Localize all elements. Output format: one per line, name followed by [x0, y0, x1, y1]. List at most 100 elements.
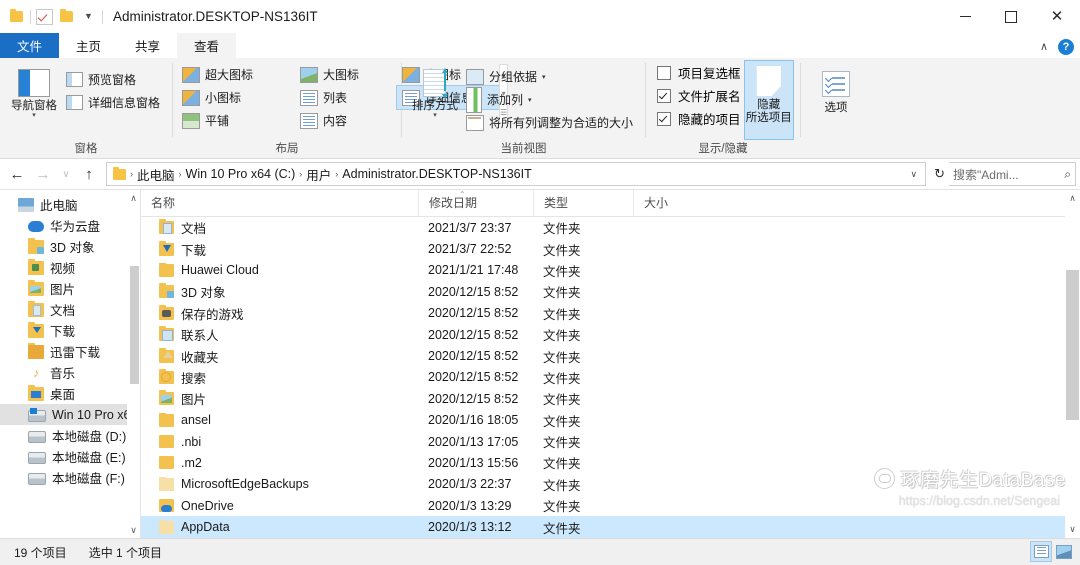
view-small-icons[interactable]: 小图标 — [177, 86, 295, 109]
group-by-label: 分组依据 — [488, 70, 537, 84]
table-row[interactable]: 下载 2021/3/7 22:52 文件夹 — [141, 238, 1080, 259]
sidebar-item-this-pc[interactable]: 此电脑 — [0, 194, 140, 215]
breadcrumb-item-this-pc[interactable]: 此电脑 — [134, 165, 178, 184]
sidebar-scrollbar[interactable]: ∧ ∨ — [127, 190, 140, 538]
minimize-button[interactable] — [942, 0, 988, 33]
chevron-down-icon[interactable]: ▼ — [80, 8, 97, 25]
table-row[interactable]: AppData 2020/1/3 13:12 文件夹 — [141, 516, 1080, 538]
recent-locations-button[interactable]: ∨ — [56, 161, 76, 187]
sidebar-item-win10-drive[interactable]: Win 10 Pro x6 — [0, 404, 140, 425]
table-row[interactable]: MicrosoftEdgeBackups 2020/1/3 22:37 文件夹 — [141, 474, 1080, 495]
options-button[interactable]: 选项 — [808, 63, 864, 115]
column-header-date[interactable]: 修改日期 — [418, 190, 533, 216]
tab-file[interactable]: 文件 — [0, 33, 60, 58]
table-row[interactable]: 3D 对象 2020/12/15 8:52 文件夹 — [141, 281, 1080, 302]
breadcrumb-item-drive[interactable]: Win 10 Pro x64 (C:) — [183, 167, 299, 181]
scrollbar-thumb[interactable] — [130, 266, 139, 384]
new-folder-icon[interactable] — [58, 8, 75, 25]
preview-pane-button[interactable]: 预览窗格 — [61, 68, 165, 91]
hidden-items-option[interactable]: 隐藏的项目 — [653, 107, 745, 130]
sidebar-item-documents[interactable]: 文档 — [0, 299, 140, 320]
chevron-down-icon[interactable]: ∨ — [907, 169, 922, 180]
file-extensions-option[interactable]: 文件扩展名 — [653, 84, 745, 107]
group-by-button[interactable]: 分组依据 ▾ — [461, 65, 638, 88]
large-icons-view-icon[interactable] — [1054, 542, 1074, 561]
table-row[interactable]: 收藏夹 2020/12/15 8:52 文件夹 — [141, 345, 1080, 366]
table-row[interactable]: 图片 2020/12/15 8:52 文件夹 — [141, 388, 1080, 409]
search-input[interactable]: 搜索"Admi... ⌕ — [949, 162, 1076, 186]
help-icon[interactable]: ? — [1058, 39, 1074, 55]
add-columns-label: 添加列 — [486, 93, 523, 107]
refresh-icon[interactable]: ↻ — [930, 166, 949, 182]
checkbox-file-extensions[interactable] — [657, 88, 671, 103]
navigation-pane: 此电脑 华为云盘 3D 对象 视频 图片 文档 下载 迅雷下载 ♪ 音乐 桌面 … — [0, 190, 140, 538]
breadcrumb[interactable]: › 此电脑 › Win 10 Pro x64 (C:) › 用户 › Admin… — [106, 162, 927, 186]
table-row[interactable]: ansel 2020/1/16 18:05 文件夹 — [141, 410, 1080, 431]
view-list[interactable]: 列表 — [295, 86, 397, 109]
table-row[interactable]: OneDrive 2020/1/3 13:29 文件夹 — [141, 495, 1080, 516]
column-header-type[interactable]: 类型 — [533, 190, 633, 216]
folder-icon[interactable] — [8, 8, 25, 25]
hide-selected-items-button[interactable]: 隐藏 所选项目 — [743, 60, 795, 140]
details-view-icon[interactable] — [1030, 541, 1052, 562]
tab-home[interactable]: 主页 — [59, 33, 118, 58]
breadcrumb-item-current[interactable]: Administrator.DESKTOP-NS136IT — [339, 167, 534, 181]
view-tiles[interactable]: 平铺 — [177, 109, 295, 132]
column-header-size[interactable]: 大小 — [633, 190, 743, 216]
tab-share[interactable]: 共享 — [118, 33, 177, 58]
details-pane-button[interactable]: 详细信息窗格 — [61, 91, 165, 114]
add-columns-button[interactable]: 添加列 ▾ — [461, 86, 638, 113]
column-header-name[interactable]: 名称 — [141, 190, 418, 216]
hide-selected-line2: 所选项目 — [745, 112, 792, 124]
cell-type: 文件夹 — [543, 478, 581, 493]
table-row[interactable]: .m2 2020/1/13 15:56 文件夹 — [141, 452, 1080, 473]
navigation-pane-button[interactable]: 导航窗格 ▾ — [7, 63, 61, 119]
close-button[interactable]: ✕ — [1034, 0, 1080, 33]
sidebar-item-pictures[interactable]: 图片 — [0, 278, 140, 299]
sidebar-item-drive-f[interactable]: 本地磁盘 (F:) — [0, 467, 140, 488]
table-row[interactable]: 文档 2021/3/7 23:37 文件夹 — [141, 217, 1080, 238]
sidebar-item-music[interactable]: ♪ 音乐 — [0, 362, 140, 383]
scrollbar-thumb[interactable] — [1066, 270, 1079, 420]
view-large-icons[interactable]: 大图标 — [295, 63, 397, 86]
scroll-down-icon[interactable]: ∨ — [1065, 521, 1080, 538]
tab-view[interactable]: 查看 — [177, 33, 237, 58]
cell-name: 文档 — [141, 218, 418, 237]
size-all-columns-button[interactable]: 将所有列调整为合适的大小 — [461, 111, 638, 134]
cell-name: OneDrive — [141, 498, 418, 513]
sidebar-item-drive-e[interactable]: 本地磁盘 (E:) — [0, 446, 140, 467]
chevron-up-icon[interactable]: ∧ — [1040, 41, 1048, 53]
item-checkboxes-option[interactable]: 项目复选框 — [653, 61, 745, 84]
sidebar-item-thunder-download[interactable]: 迅雷下载 — [0, 341, 140, 362]
table-row[interactable]: 搜索 2020/12/15 8:52 文件夹 — [141, 367, 1080, 388]
breadcrumb-item-users[interactable]: 用户 — [303, 165, 334, 184]
sidebar-item-downloads[interactable]: 下载 — [0, 320, 140, 341]
scroll-up-icon[interactable]: ∧ — [1065, 190, 1080, 207]
cell-name: .m2 — [141, 455, 418, 470]
back-button[interactable]: ← — [4, 161, 30, 187]
scroll-down-icon[interactable]: ∨ — [127, 522, 140, 538]
view-extra-large-icons[interactable]: 超大图标 — [177, 63, 295, 86]
maximize-button[interactable] — [988, 0, 1034, 33]
view-content[interactable]: 内容 — [295, 109, 397, 132]
table-row[interactable]: .nbi 2020/1/13 17:05 文件夹 — [141, 431, 1080, 452]
search-icon[interactable]: ⌕ — [1064, 167, 1071, 182]
sort-by-button[interactable]: 排序方式 ▾ — [409, 63, 461, 119]
sidebar-item-huawei-cloud[interactable]: 华为云盘 — [0, 215, 140, 236]
sidebar-item-3d-objects[interactable]: 3D 对象 — [0, 236, 140, 257]
properties-check-icon[interactable] — [36, 8, 53, 25]
cell-date: 2021/3/7 23:37 — [428, 220, 512, 235]
table-row[interactable]: Huawei Cloud 2021/1/21 17:48 文件夹 — [141, 260, 1080, 281]
sidebar-item-desktop[interactable]: 桌面 — [0, 383, 140, 404]
sidebar-item-drive-d[interactable]: 本地磁盘 (D:) — [0, 425, 140, 446]
sidebar-item-label: 桌面 — [50, 388, 76, 402]
sidebar-item-videos[interactable]: 视频 — [0, 257, 140, 278]
scroll-up-icon[interactable]: ∧ — [127, 190, 140, 206]
forward-button[interactable]: → — [30, 161, 56, 187]
checkbox-hidden-items[interactable] — [657, 111, 671, 126]
table-row[interactable]: 保存的游戏 2020/12/15 8:52 文件夹 — [141, 303, 1080, 324]
file-list-scrollbar[interactable]: ∧ ∨ — [1065, 190, 1080, 538]
checkbox-item-checkboxes[interactable] — [657, 65, 671, 80]
table-row[interactable]: 联系人 2020/12/15 8:52 文件夹 — [141, 324, 1080, 345]
up-button[interactable]: ↑ — [76, 161, 102, 187]
